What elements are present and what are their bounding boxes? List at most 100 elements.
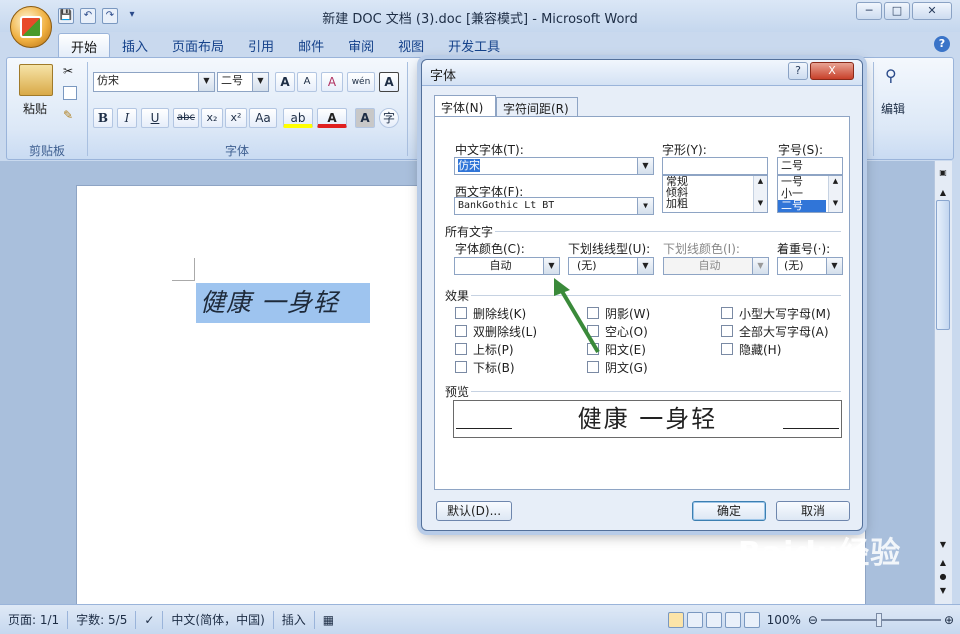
scroll-down-icon[interactable]: ▼ — [937, 540, 949, 550]
full-screen-reading-icon[interactable] — [686, 611, 703, 628]
chevron-down-icon[interactable]: ▼ — [198, 73, 214, 91]
selected-document-text[interactable]: 健康 一身轻 — [196, 283, 370, 323]
dialog-close-button[interactable]: X — [810, 62, 854, 80]
default-button[interactable]: 默认(D)... — [436, 501, 512, 521]
list-item[interactable]: 加粗 — [663, 198, 767, 209]
phonetic-guide-button[interactable]: wén — [347, 72, 375, 92]
close-button[interactable]: ✕ — [912, 2, 952, 20]
word-count[interactable]: 字数: 5/5 — [68, 610, 137, 629]
underline-button[interactable]: U — [141, 108, 169, 128]
tab-references[interactable]: 引用 — [236, 33, 286, 57]
strikethrough-button[interactable]: abc — [173, 108, 199, 128]
cancel-button[interactable]: 取消 — [776, 501, 850, 521]
tab-insert[interactable]: 插入 — [110, 33, 160, 57]
zoom-level[interactable]: 100% — [763, 613, 805, 627]
zoom-slider[interactable] — [820, 612, 941, 627]
format-painter-icon[interactable]: ✎ — [63, 108, 77, 122]
tab-mailings[interactable]: 邮件 — [286, 33, 336, 57]
checkbox-box[interactable] — [721, 325, 733, 337]
editing-button[interactable]: 编辑 — [881, 100, 905, 117]
emphasis-mark-combo[interactable]: (无) ▼ — [777, 257, 843, 275]
tab-view[interactable]: 视图 — [386, 33, 436, 57]
tab-review[interactable]: 审阅 — [336, 33, 386, 57]
shrink-font-button[interactable]: A — [297, 72, 317, 92]
insert-mode[interactable]: 插入 — [274, 610, 315, 629]
chevron-down-icon[interactable]: ▼ — [637, 258, 653, 274]
ok-button[interactable]: 确定 — [692, 501, 766, 521]
cn-font-combo[interactable]: 仿宋 ▼ — [454, 157, 654, 175]
all-caps-checkbox[interactable]: 全部大写字母(A) — [721, 323, 831, 339]
checkbox-box[interactable] — [721, 343, 733, 355]
font-family-combo[interactable]: 仿宋 ▼ — [93, 72, 215, 92]
tab-home[interactable]: 开始 — [58, 33, 111, 57]
dialog-help-button[interactable]: ? — [788, 62, 808, 80]
prev-page-icon[interactable]: ▲ — [937, 558, 949, 568]
char-shading-button[interactable]: A — [355, 108, 375, 128]
next-page-icon[interactable]: ▼ — [937, 586, 949, 596]
checkbox-box[interactable] — [455, 325, 467, 337]
outline-view-icon[interactable] — [724, 611, 741, 628]
list-item-selected[interactable]: 二号 — [778, 200, 826, 212]
paste-icon[interactable] — [19, 64, 53, 96]
checkbox-box[interactable] — [587, 361, 599, 373]
tab-page-layout[interactable]: 页面布局 — [160, 33, 236, 57]
west-font-combo[interactable]: BankGothic Lt BT ▼ — [454, 197, 654, 215]
font-color-button[interactable]: A — [317, 108, 347, 128]
copy-icon[interactable] — [63, 86, 77, 100]
print-layout-icon[interactable] — [667, 611, 684, 628]
checkbox-box[interactable] — [721, 307, 733, 319]
checkbox-box[interactable] — [455, 361, 467, 373]
superscript-button[interactable]: x² — [225, 108, 247, 128]
highlight-button[interactable]: ab — [283, 108, 313, 128]
tab-character-spacing[interactable]: 字符间距(R) — [496, 97, 578, 117]
office-button[interactable] — [10, 6, 52, 48]
size-listbox[interactable]: 一号 小一 二号 ▲ ▼ — [777, 175, 843, 213]
proofing-icon[interactable]: ✓ — [136, 610, 164, 629]
binoculars-icon[interactable]: ⚲ — [885, 66, 907, 88]
char-border-button[interactable]: A — [379, 72, 399, 92]
cut-icon[interactable]: ✂ — [63, 64, 77, 78]
chevron-down-icon[interactable]: ▼ — [637, 158, 653, 174]
browse-object-icon[interactable]: ● — [937, 572, 949, 582]
tab-font[interactable]: 字体(N) — [434, 95, 496, 117]
scrollbar-thumb[interactable] — [936, 200, 950, 330]
subscript-checkbox[interactable]: 下标(B) — [455, 359, 537, 375]
zoom-slider-handle[interactable] — [875, 612, 882, 627]
font-size-combo[interactable]: 二号 ▼ — [217, 72, 269, 92]
minimize-button[interactable]: ─ — [856, 2, 882, 20]
clear-format-button[interactable]: A — [321, 72, 343, 92]
page-count[interactable]: 页面: 1/1 — [0, 610, 69, 629]
chevron-down-icon[interactable]: ▼ — [637, 198, 653, 214]
scroll-up-icon[interactable]: ▲ — [937, 188, 949, 198]
macro-record-icon[interactable]: ▦ — [315, 611, 342, 629]
web-layout-icon[interactable] — [705, 611, 722, 628]
chevron-down-icon[interactable]: ▼ — [252, 73, 268, 91]
ruler-toggle-icon[interactable]: ▣ — [937, 168, 949, 180]
style-input[interactable] — [662, 157, 768, 175]
enclose-char-button[interactable]: 字 — [379, 108, 399, 128]
italic-button[interactable]: I — [117, 108, 137, 128]
zoom-in-icon[interactable]: ⊕ — [944, 613, 954, 627]
help-icon[interactable]: ? — [934, 36, 950, 52]
listbox-scrollbar[interactable]: ▲ ▼ — [753, 176, 767, 212]
listbox-scrollbar[interactable]: ▲ ▼ — [828, 176, 842, 212]
change-case-button[interactable]: Aa — [249, 108, 277, 128]
tab-developer[interactable]: 开发工具 — [436, 33, 512, 57]
small-caps-checkbox[interactable]: 小型大写字母(M) — [721, 305, 831, 321]
checkbox-box[interactable] — [455, 307, 467, 319]
hidden-checkbox[interactable]: 隐藏(H) — [721, 341, 831, 357]
style-listbox[interactable]: 常规 倾斜 加粗 ▲ ▼ — [662, 175, 768, 213]
paste-button[interactable]: 粘贴 — [23, 100, 47, 117]
chevron-down-icon[interactable]: ▼ — [826, 258, 842, 274]
language-indicator[interactable]: 中文(简体，中国) — [163, 610, 274, 629]
view-buttons: 100% ⊖ ⊕ — [667, 611, 960, 628]
grow-font-button[interactable]: A — [275, 72, 295, 92]
zoom-out-icon[interactable]: ⊖ — [808, 613, 818, 627]
checkbox-box[interactable] — [455, 343, 467, 355]
subscript-button[interactable]: x₂ — [201, 108, 223, 128]
engrave-checkbox[interactable]: 阴文(G) — [587, 359, 650, 375]
restore-button[interactable]: □ — [884, 2, 910, 20]
draft-view-icon[interactable] — [743, 611, 760, 628]
bold-button[interactable]: B — [93, 108, 113, 128]
size-input[interactable]: 二号 — [777, 157, 843, 175]
